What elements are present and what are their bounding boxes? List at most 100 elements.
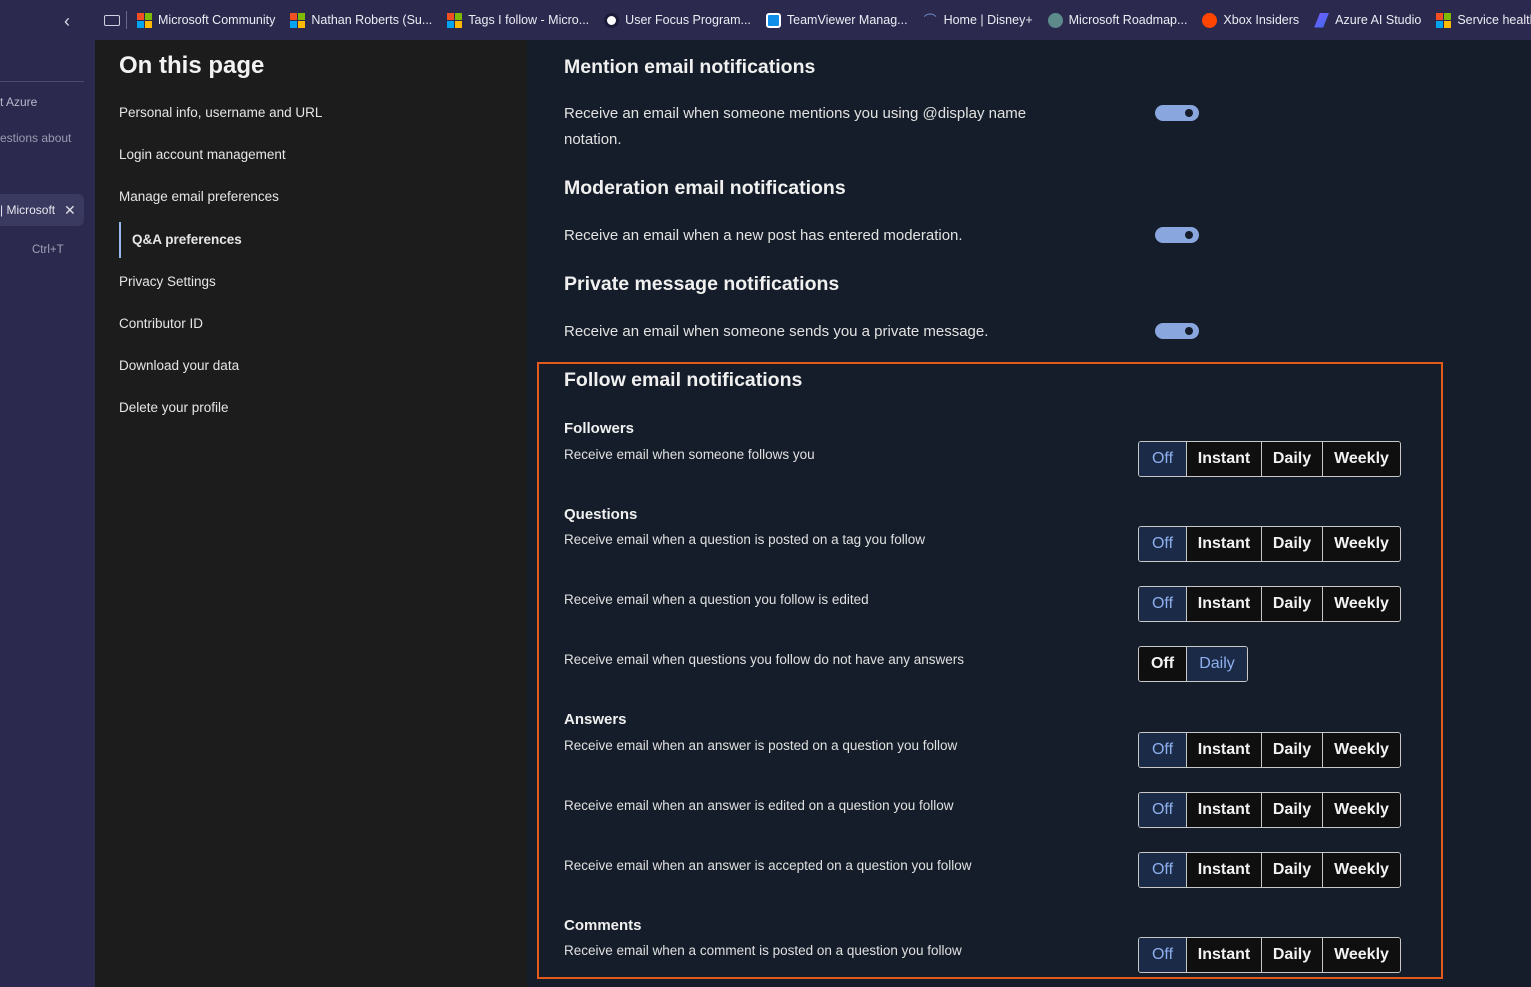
- nav-delete-profile[interactable]: Delete your profile: [119, 400, 229, 415]
- favorites-separator: [126, 11, 127, 29]
- nav-personal-info[interactable]: Personal info, username and URL: [119, 105, 322, 120]
- answer-posted-frequency-selector: Off Instant Daily Weekly: [1138, 732, 1401, 768]
- comments-title: Comments: [564, 917, 642, 934]
- option-weekly[interactable]: Weekly: [1323, 733, 1400, 767]
- microsoft-logo-icon: [1436, 12, 1452, 28]
- microsoft-logo-icon: [290, 12, 306, 28]
- option-off[interactable]: Off: [1139, 793, 1187, 827]
- option-daily[interactable]: Daily: [1262, 853, 1323, 887]
- favorite-microsoft-roadmap[interactable]: Microsoft Roadmap...: [1047, 12, 1188, 28]
- azure-ai-icon: [1314, 12, 1330, 28]
- option-weekly[interactable]: Weekly: [1323, 587, 1400, 621]
- option-weekly[interactable]: Weekly: [1323, 938, 1400, 972]
- option-off[interactable]: Off: [1139, 733, 1187, 767]
- favorite-label: Tags I follow - Micro...: [468, 13, 590, 27]
- option-off[interactable]: Off: [1139, 587, 1187, 621]
- option-off[interactable]: Off: [1139, 647, 1187, 681]
- main-content: Mention email notifications Receive an e…: [527, 40, 1531, 987]
- tab-title-azure[interactable]: t Azure: [0, 95, 84, 109]
- nav-login-account[interactable]: Login account management: [119, 147, 286, 162]
- favorites-bar: ‹ Microsoft Community Nathan Roberts (Su…: [0, 0, 1531, 40]
- option-weekly[interactable]: Weekly: [1323, 793, 1400, 827]
- favorite-microsoft-community[interactable]: Microsoft Community: [137, 12, 276, 28]
- option-instant[interactable]: Instant: [1187, 793, 1262, 827]
- mention-toggle[interactable]: [1155, 105, 1199, 121]
- tab-title-questions[interactable]: estions about: [0, 131, 76, 145]
- question-posted-frequency-selector: Off Instant Daily Weekly: [1138, 526, 1401, 562]
- favorite-label: Microsoft Community: [158, 13, 276, 27]
- favorite-nathan-roberts[interactable]: Nathan Roberts (Su...: [290, 12, 433, 28]
- microsoft-logo-icon: [137, 12, 152, 28]
- option-instant[interactable]: Instant: [1187, 587, 1262, 621]
- reading-list-icon[interactable]: [104, 14, 120, 26]
- circle-logo-icon: [604, 12, 620, 28]
- moderation-toggle[interactable]: [1155, 227, 1199, 243]
- option-off[interactable]: Off: [1139, 527, 1187, 561]
- question-no-answers-desc: Receive email when questions you follow …: [564, 652, 964, 667]
- favorite-azure-ai-studio[interactable]: Azure AI Studio: [1314, 12, 1421, 28]
- favorite-label: Nathan Roberts (Su...: [311, 13, 433, 27]
- option-instant[interactable]: Instant: [1187, 442, 1262, 476]
- roadmap-icon: [1047, 12, 1063, 28]
- nav-manage-email[interactable]: Manage email preferences: [119, 189, 279, 204]
- favorite-label: Xbox Insiders: [1223, 13, 1300, 27]
- followers-title: Followers: [564, 420, 635, 437]
- favorite-tags-i-follow[interactable]: Tags I follow - Micro...: [447, 12, 590, 28]
- active-tab-label: | Microsoft: [0, 203, 56, 217]
- teamviewer-icon: [765, 12, 781, 28]
- vertical-tabs-strip: t Azure estions about | Microsoft ✕ Ctrl…: [0, 40, 95, 987]
- option-instant[interactable]: Instant: [1187, 527, 1262, 561]
- active-tab[interactable]: | Microsoft ✕: [0, 194, 84, 226]
- private-message-desc: Receive an email when someone sends you …: [564, 323, 989, 340]
- private-message-toggle[interactable]: [1155, 323, 1199, 339]
- question-edited-desc: Receive email when a question you follow…: [564, 592, 869, 607]
- comment-posted-desc: Receive email when a comment is posted o…: [564, 943, 962, 958]
- favorite-label: Microsoft Roadmap...: [1068, 13, 1188, 27]
- new-tab-shortcut[interactable]: Ctrl+T: [32, 244, 64, 256]
- option-daily[interactable]: Daily: [1262, 442, 1323, 476]
- favorite-user-focus-program[interactable]: User Focus Program...: [604, 12, 751, 28]
- favorite-xbox-insiders[interactable]: Xbox Insiders: [1202, 12, 1300, 28]
- question-posted-desc: Receive email when a question is posted …: [564, 532, 925, 547]
- option-daily[interactable]: Daily: [1262, 938, 1323, 972]
- question-no-answers-frequency-selector: Off Daily: [1138, 646, 1248, 682]
- microsoft-logo-icon: [447, 12, 463, 28]
- disney-icon: ⌒: [923, 12, 937, 28]
- nav-qa-preferences[interactable]: Q&A preferences: [119, 222, 242, 258]
- favorite-service-health[interactable]: Service health - M: [1436, 12, 1531, 28]
- option-daily[interactable]: Daily: [1262, 793, 1323, 827]
- option-weekly[interactable]: Weekly: [1323, 442, 1400, 476]
- strip-divider: [0, 81, 84, 82]
- followers-frequency-selector: Off Instant Daily Weekly: [1138, 441, 1401, 477]
- on-this-page-title: On this page: [119, 52, 265, 79]
- option-instant[interactable]: Instant: [1187, 938, 1262, 972]
- mention-desc-line1: Receive an email when someone mentions y…: [564, 105, 1027, 122]
- option-off[interactable]: Off: [1139, 442, 1187, 476]
- option-daily[interactable]: Daily: [1262, 733, 1323, 767]
- option-daily[interactable]: Daily: [1262, 527, 1323, 561]
- favorite-label: User Focus Program...: [625, 13, 751, 27]
- favorite-disney-plus[interactable]: ⌒ Home | Disney+: [923, 13, 1033, 28]
- option-daily[interactable]: Daily: [1187, 647, 1247, 681]
- favorite-label: Service health - M: [1457, 13, 1531, 27]
- option-off[interactable]: Off: [1139, 853, 1187, 887]
- option-instant[interactable]: Instant: [1187, 733, 1262, 767]
- reddit-icon: [1202, 12, 1218, 28]
- collapse-sidebar-icon[interactable]: ‹: [58, 12, 76, 30]
- on-this-page-panel: On this page Personal info, username and…: [95, 40, 527, 987]
- mention-title: Mention email notifications: [564, 56, 816, 78]
- question-edited-frequency-selector: Off Instant Daily Weekly: [1138, 586, 1401, 622]
- option-weekly[interactable]: Weekly: [1323, 527, 1400, 561]
- close-tab-icon[interactable]: ✕: [64, 202, 76, 219]
- nav-contributor-id[interactable]: Contributor ID: [119, 316, 203, 331]
- option-daily[interactable]: Daily: [1262, 587, 1323, 621]
- nav-download-data[interactable]: Download your data: [119, 358, 239, 373]
- option-instant[interactable]: Instant: [1187, 853, 1262, 887]
- option-weekly[interactable]: Weekly: [1323, 853, 1400, 887]
- nav-privacy-settings[interactable]: Privacy Settings: [119, 274, 216, 289]
- answer-posted-desc: Receive email when an answer is posted o…: [564, 738, 958, 753]
- questions-title: Questions: [564, 506, 638, 523]
- favorite-teamviewer[interactable]: TeamViewer Manag...: [765, 12, 908, 28]
- option-off[interactable]: Off: [1139, 938, 1187, 972]
- private-message-title: Private message notifications: [564, 273, 840, 295]
